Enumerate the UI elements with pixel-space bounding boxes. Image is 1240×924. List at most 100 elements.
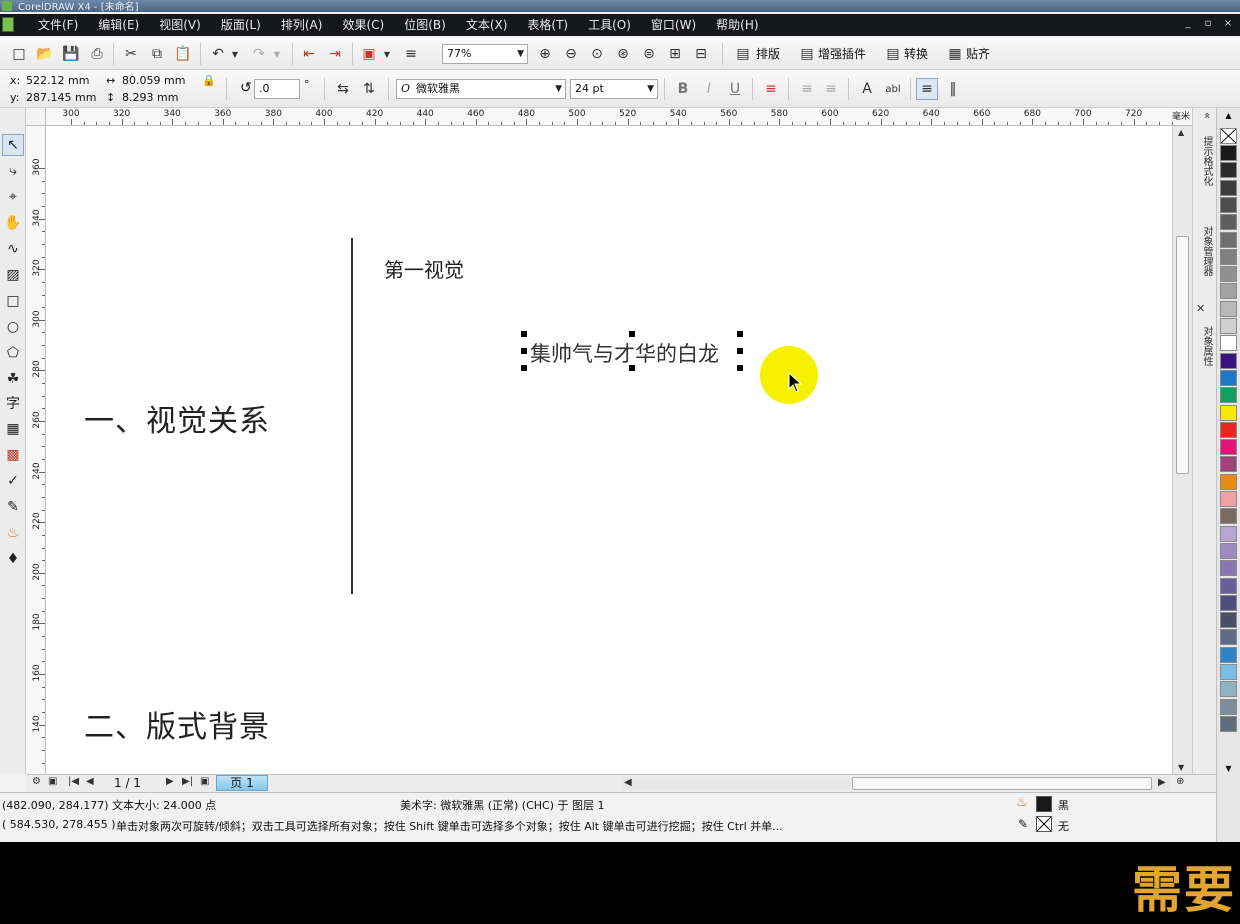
menu-item[interactable]: 表格(T): [517, 14, 578, 36]
zoom-level-combo[interactable]: 77% ▼: [442, 44, 528, 64]
copy-icon[interactable]: ⧉: [146, 43, 168, 65]
first-page-icon[interactable]: |◀: [68, 776, 79, 787]
color-swatch[interactable]: [1220, 664, 1237, 680]
docker-tab-object-manager[interactable]: 对象管理器: [1196, 226, 1214, 276]
color-swatch[interactable]: [1220, 179, 1237, 196]
bullet-list-icon[interactable]: ≡: [796, 78, 818, 100]
underline-icon[interactable]: U: [724, 78, 746, 100]
vertical-ruler[interactable]: 360 340 320 300 280 260 240 220 200 180 160 140: [26, 126, 46, 774]
interactive-fill-icon[interactable]: ♦: [2, 548, 24, 570]
color-swatch[interactable]: [1220, 491, 1237, 507]
scroll-up-icon[interactable]: ▲: [1178, 128, 1184, 137]
color-swatch[interactable]: [1220, 508, 1237, 525]
menu-item[interactable]: 文件(F): [28, 14, 88, 36]
enhance-plugin-button[interactable]: 增强插件: [818, 43, 866, 65]
paste-icon[interactable]: 📋: [172, 43, 194, 65]
redo-icon[interactable]: ↷: [248, 43, 270, 65]
docker-tab-object-properties[interactable]: 对象属性: [1196, 326, 1214, 366]
horizontal-scrollbar[interactable]: ◀ ▶: [622, 777, 1170, 790]
interactive-blend-icon[interactable]: ▩: [2, 444, 24, 466]
text-align-icon[interactable]: ≡: [760, 78, 782, 100]
outline-color-swatch[interactable]: [1036, 816, 1052, 832]
smart-fill-icon[interactable]: ▨: [2, 264, 24, 286]
add-page-after-icon[interactable]: ▣: [200, 776, 209, 787]
new-document-icon[interactable]: □: [8, 43, 30, 65]
docker-tab-hints[interactable]: 提示格式化: [1196, 136, 1214, 186]
export-icon[interactable]: ⇥: [324, 43, 346, 65]
color-swatch[interactable]: [1220, 214, 1237, 231]
vertical-text-icon[interactable]: ‖: [942, 78, 964, 100]
selection-handle[interactable]: [521, 365, 527, 371]
page-tab-1[interactable]: 页 1: [216, 775, 268, 791]
color-swatch[interactable]: [1220, 248, 1237, 265]
selection-box[interactable]: [521, 331, 743, 371]
character-format-icon[interactable]: A: [856, 78, 878, 100]
color-swatch[interactable]: [1220, 404, 1237, 421]
color-swatch[interactable]: [1220, 456, 1237, 473]
zoom-all-objects-icon[interactable]: ⊛: [612, 43, 634, 65]
shape-tool-icon[interactable]: ⤷: [2, 160, 24, 182]
heading-layout-background[interactable]: 二、版式背景: [84, 702, 270, 746]
ruler-origin[interactable]: [26, 108, 46, 126]
color-swatch[interactable]: [1220, 231, 1237, 248]
add-page-before-icon[interactable]: ▣: [48, 776, 57, 787]
undo-icon[interactable]: ↶: [207, 43, 229, 65]
menu-item[interactable]: 文本(X): [456, 14, 518, 36]
cut-icon[interactable]: ✂: [120, 43, 142, 65]
menu-item[interactable]: 视图(V): [149, 14, 211, 36]
menu-item[interactable]: 版面(L): [211, 14, 271, 36]
snap-plugin-button[interactable]: 贴齐: [966, 43, 990, 65]
selection-handle[interactable]: [737, 365, 743, 371]
menu-item[interactable]: 位图(B): [394, 14, 456, 36]
color-swatch[interactable]: [1220, 698, 1237, 715]
palette-scroll-up-icon[interactable]: ▲: [1220, 111, 1237, 127]
freehand-tool-icon[interactable]: ∿: [2, 238, 24, 260]
last-page-icon[interactable]: ▶|: [182, 776, 193, 787]
print-icon[interactable]: ⎙: [86, 43, 108, 65]
zoom-page-icon[interactable]: ⊜: [638, 43, 660, 65]
scroll-right-icon[interactable]: ▶: [1158, 777, 1166, 788]
color-swatch[interactable]: [1220, 612, 1237, 629]
vertical-divider-line[interactable]: [351, 238, 353, 594]
next-page-icon[interactable]: ▶: [166, 776, 174, 787]
redo-dropdown-icon[interactable]: ▼: [270, 43, 284, 65]
menu-item[interactable]: 排列(A): [271, 14, 333, 36]
zoom-out-icon[interactable]: ⊖: [560, 43, 582, 65]
horizontal-ruler[interactable]: 300 320 340 360 380 400 420 440 460 480 500 520 540 5…: [46, 108, 1192, 126]
polygon-tool-icon[interactable]: ⬠: [2, 342, 24, 364]
application-launcher-icon[interactable]: ▣: [358, 43, 380, 65]
color-swatch[interactable]: [1220, 473, 1237, 490]
zoom-in-icon[interactable]: ⊕: [534, 43, 556, 65]
previous-page-icon[interactable]: ◀: [86, 776, 94, 787]
palette-scroll-down-icon[interactable]: ▼: [1220, 764, 1237, 780]
crop-tool-icon[interactable]: ⌖: [2, 186, 24, 208]
color-swatch[interactable]: [1220, 525, 1237, 542]
color-swatch[interactable]: [1220, 577, 1237, 594]
outline-tool-icon[interactable]: ✎: [2, 496, 24, 518]
docker-collapse-icon[interactable]: «: [1196, 112, 1214, 119]
enhance-plugin-icon[interactable]: ▤: [796, 43, 818, 65]
color-swatch[interactable]: [1220, 318, 1237, 334]
bold-icon[interactable]: B: [672, 78, 694, 100]
restore-button[interactable]: ▫: [1202, 16, 1214, 32]
save-icon[interactable]: 💾: [60, 43, 82, 65]
convert-plugin-button[interactable]: 转换: [904, 43, 928, 65]
minimize-button[interactable]: _: [1182, 16, 1194, 32]
menu-item[interactable]: 工具(O): [578, 14, 641, 36]
rotation-angle-field[interactable]: .0: [254, 79, 300, 99]
close-button[interactable]: ×: [1222, 16, 1234, 32]
font-family-combo[interactable]: O 微软雅黑 ▼: [396, 79, 566, 99]
mirror-vertical-icon[interactable]: ⇅: [358, 78, 380, 100]
zoom-width-icon[interactable]: ⊞: [664, 43, 686, 65]
drawing-canvas[interactable]: 一、视觉关系 第一视觉 集帅气与才华的白龙 二、版式背景: [46, 126, 1172, 774]
color-swatch[interactable]: [1220, 421, 1237, 438]
selection-handle[interactable]: [629, 331, 635, 337]
x-position-field[interactable]: 522.12 mm: [26, 74, 89, 87]
basic-shapes-icon[interactable]: ☘: [2, 368, 24, 390]
scroll-left-icon[interactable]: ◀: [624, 777, 632, 788]
vertical-scrollbar[interactable]: ▲ ▼: [1172, 126, 1192, 774]
lock-ratio-icon[interactable]: 🔒: [202, 74, 216, 87]
heading-visual-relationship[interactable]: 一、视觉关系: [84, 396, 270, 440]
layout-plugin-icon[interactable]: ▤: [732, 43, 754, 65]
color-swatch[interactable]: [1220, 681, 1237, 698]
